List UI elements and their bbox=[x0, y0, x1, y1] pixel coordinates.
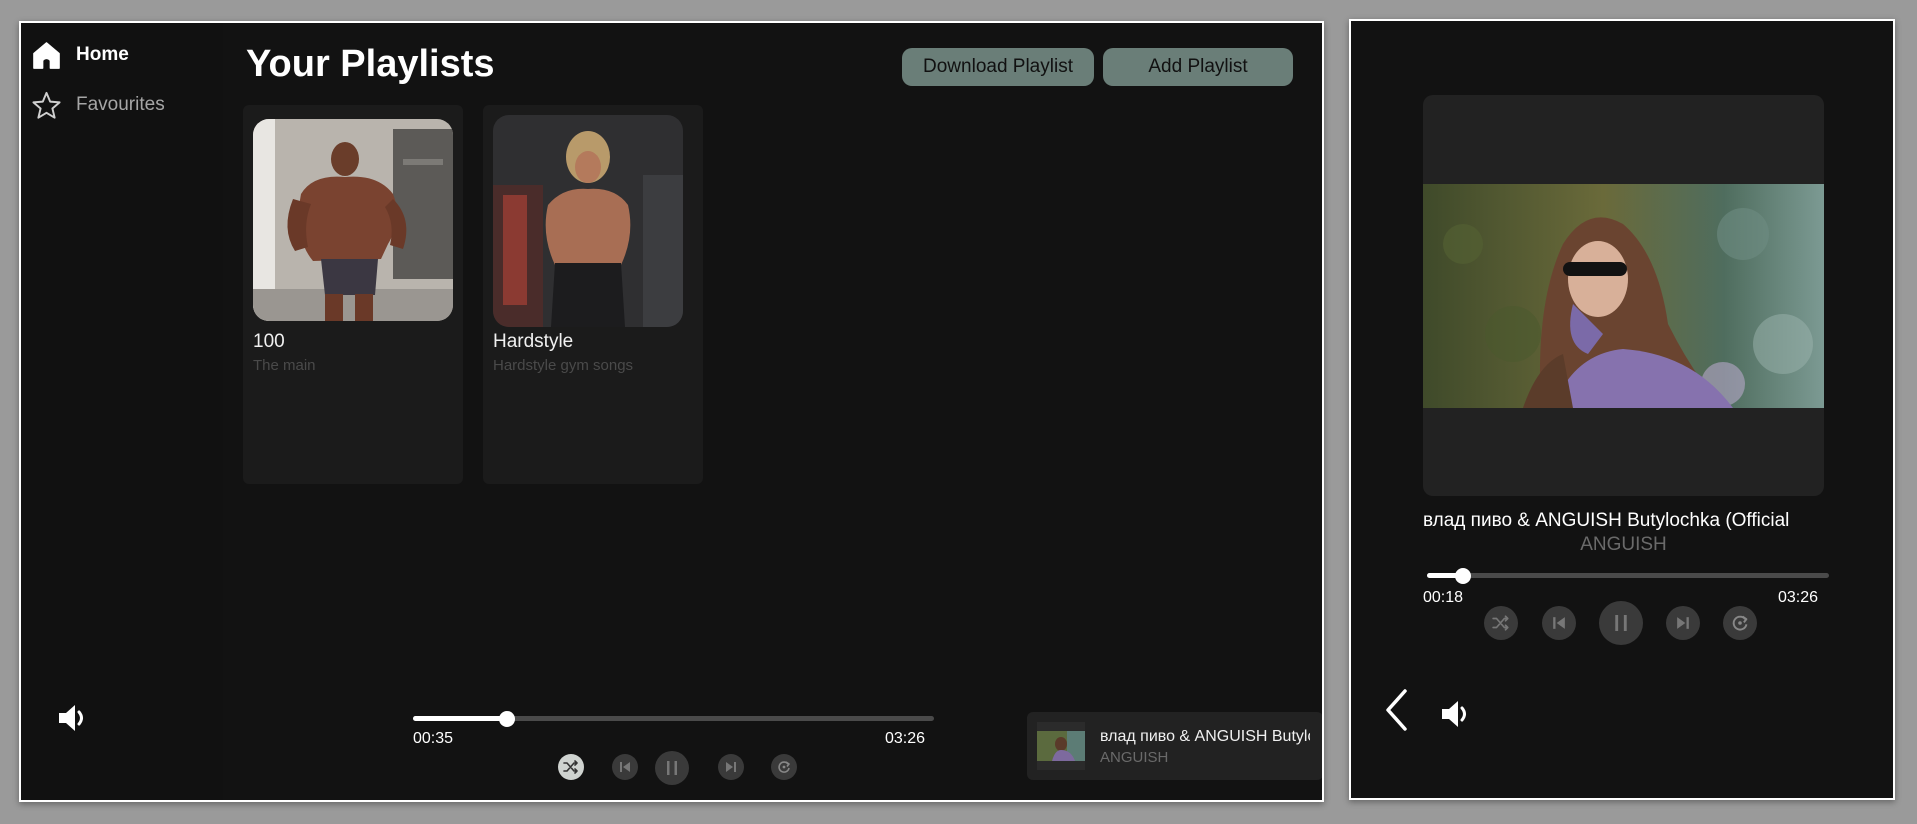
shuffle-icon bbox=[563, 760, 578, 774]
next-button[interactable] bbox=[718, 754, 744, 780]
mini-player-artist: ANGUISH bbox=[1100, 749, 1169, 766]
progress-bar[interactable] bbox=[413, 710, 934, 727]
repeat-icon bbox=[778, 761, 790, 773]
sidebar-item-favourites[interactable]: Favourites bbox=[31, 88, 165, 122]
progress-handle[interactable] bbox=[498, 710, 515, 727]
content-area: Your Playlists Download Playlist Add Pla… bbox=[223, 23, 1322, 800]
playlist-cover-image bbox=[493, 115, 683, 327]
shuffle-icon bbox=[1492, 615, 1509, 631]
mini-player-thumbnail bbox=[1037, 722, 1085, 770]
next-button[interactable] bbox=[1666, 606, 1700, 640]
page-title: Your Playlists bbox=[246, 43, 495, 85]
now-playing-title: влад пиво & ANGUISH Butylochka (Official bbox=[1423, 510, 1790, 531]
add-playlist-button[interactable]: Add Playlist bbox=[1103, 48, 1293, 86]
playlist-cover-image bbox=[253, 119, 453, 321]
repeat-icon bbox=[1732, 615, 1748, 631]
home-icon bbox=[31, 40, 62, 71]
volume-icon[interactable] bbox=[1436, 694, 1476, 734]
sidebar-item-label: Favourites bbox=[76, 94, 165, 115]
track-cover-image bbox=[1423, 184, 1824, 408]
total-time: 03:26 bbox=[885, 730, 926, 747]
progress-bar[interactable] bbox=[1427, 567, 1829, 584]
previous-icon bbox=[620, 762, 630, 772]
download-playlist-button[interactable]: Download Playlist bbox=[902, 48, 1094, 86]
playlist-title: 100 bbox=[253, 331, 285, 352]
back-button[interactable] bbox=[1381, 688, 1411, 732]
total-time: 03:26 bbox=[1778, 589, 1819, 606]
pause-button[interactable] bbox=[1599, 601, 1643, 645]
album-art bbox=[1423, 95, 1824, 496]
playlist-card[interactable]: Hardstyle Hardstyle gym songs bbox=[483, 105, 703, 484]
mini-player[interactable]: влад пиво & ANGUISH Butylochka (Official… bbox=[1027, 712, 1322, 780]
playlist-subtitle: The main bbox=[253, 357, 316, 374]
main-window: Home Favourites Your Playlists Download … bbox=[19, 21, 1324, 802]
elapsed-time: 00:18 bbox=[1423, 589, 1464, 606]
progress-handle[interactable] bbox=[1455, 567, 1472, 584]
repeat-button[interactable] bbox=[771, 754, 797, 780]
pause-icon bbox=[667, 761, 677, 775]
playlist-card[interactable]: 100 The main bbox=[243, 105, 463, 484]
chevron-left-icon bbox=[1386, 689, 1407, 731]
volume-icon[interactable] bbox=[53, 698, 93, 738]
progress-fill bbox=[413, 716, 507, 721]
pause-button[interactable] bbox=[655, 751, 689, 785]
sidebar-item-home[interactable]: Home bbox=[31, 38, 129, 72]
pause-icon bbox=[1615, 615, 1627, 631]
elapsed-time: 00:35 bbox=[413, 730, 454, 747]
now-playing-artist: ANGUISH bbox=[1580, 534, 1667, 555]
sidebar: Home Favourites bbox=[21, 23, 223, 800]
playlist-title: Hardstyle bbox=[493, 331, 574, 352]
mini-player-title: влад пиво & ANGUISH Butylochka (Official bbox=[1100, 728, 1310, 745]
playlist-subtitle: Hardstyle gym songs bbox=[493, 357, 634, 374]
next-icon bbox=[726, 762, 736, 772]
previous-button[interactable] bbox=[1542, 606, 1576, 640]
shuffle-button[interactable] bbox=[1484, 606, 1518, 640]
shuffle-button[interactable] bbox=[558, 754, 584, 780]
next-icon bbox=[1677, 617, 1689, 629]
now-playing-window: влад пиво & ANGUISH Butylochka (Official… bbox=[1349, 19, 1895, 800]
previous-button[interactable] bbox=[612, 754, 638, 780]
repeat-button[interactable] bbox=[1723, 606, 1757, 640]
previous-icon bbox=[1553, 617, 1565, 629]
sidebar-item-label: Home bbox=[76, 44, 129, 65]
star-icon bbox=[31, 90, 62, 121]
